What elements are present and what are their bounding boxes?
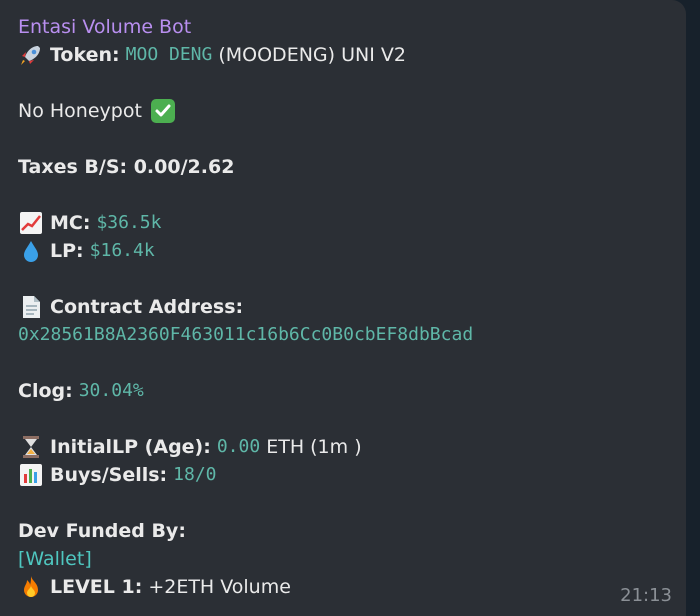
- initial-lp-line: InitialLP (Age): 0.00 ETH (1m ): [18, 434, 362, 460]
- initial-lp-value[interactable]: 0.00: [217, 434, 260, 460]
- buys-sells-value[interactable]: 18/0: [173, 462, 216, 488]
- clog-label: Clog:: [18, 380, 73, 402]
- contract-label: Contract Address:: [50, 296, 244, 318]
- bar-chart-icon: [18, 462, 44, 488]
- token-label: Token:: [50, 44, 120, 66]
- message-timestamp: 21:13: [620, 585, 672, 606]
- mc-value[interactable]: $36.5k: [96, 210, 161, 236]
- level-volume: +2ETH Volume: [148, 576, 291, 598]
- droplet-icon: [18, 238, 44, 264]
- check-mark-icon: [150, 98, 176, 124]
- clog-value[interactable]: 30.04%: [79, 378, 144, 404]
- lp-value[interactable]: $16.4k: [90, 238, 155, 264]
- clog-line: Clog: 30.04%: [18, 378, 144, 404]
- buys-sells-label: Buys/Sells:: [50, 464, 168, 486]
- wallet-link[interactable]: [Wallet]: [18, 546, 92, 572]
- market-cap-line: MC: $36.5k: [18, 210, 161, 236]
- initial-lp-label: InitialLP (Age):: [50, 436, 211, 458]
- honeypot-text: No Honeypot: [18, 100, 142, 122]
- contract-label-line: Contract Address:: [18, 294, 243, 320]
- token-line: Token: MOO DENG (MOODENG) UNI V2: [18, 42, 406, 68]
- token-details: (MOODENG) UNI V2: [218, 44, 406, 66]
- mc-label: MC:: [50, 212, 91, 234]
- liquidity-line: LP: $16.4k: [18, 238, 155, 264]
- honeypot-line: No Honeypot: [18, 98, 182, 124]
- level-label: LEVEL 1:: [50, 576, 143, 598]
- level-line: LEVEL 1: +2ETH Volume: [18, 574, 291, 600]
- contract-address[interactable]: 0x28561B8A2360F463011c16b6Cc0B0cbEF8dbBc…: [18, 322, 473, 348]
- message-bubble: Entasi Volume Bot Token: MOO DENG (MOODE…: [0, 0, 686, 616]
- sender-name[interactable]: Entasi Volume Bot: [18, 14, 191, 40]
- rocket-icon: [18, 42, 44, 68]
- chart-increasing-icon: [18, 210, 44, 236]
- buys-sells-line: Buys/Sells: 18/0: [18, 462, 217, 488]
- dev-funded-label: Dev Funded By:: [18, 520, 186, 542]
- page-icon: [18, 294, 44, 320]
- initial-lp-unit: ETH (1m ): [266, 436, 362, 458]
- token-name[interactable]: MOO DENG: [126, 42, 213, 68]
- lp-label: LP:: [50, 240, 84, 262]
- taxes-line: Taxes B/S: 0.00/2.62: [18, 156, 235, 178]
- fire-icon: [18, 574, 44, 600]
- hourglass-icon: [18, 434, 44, 460]
